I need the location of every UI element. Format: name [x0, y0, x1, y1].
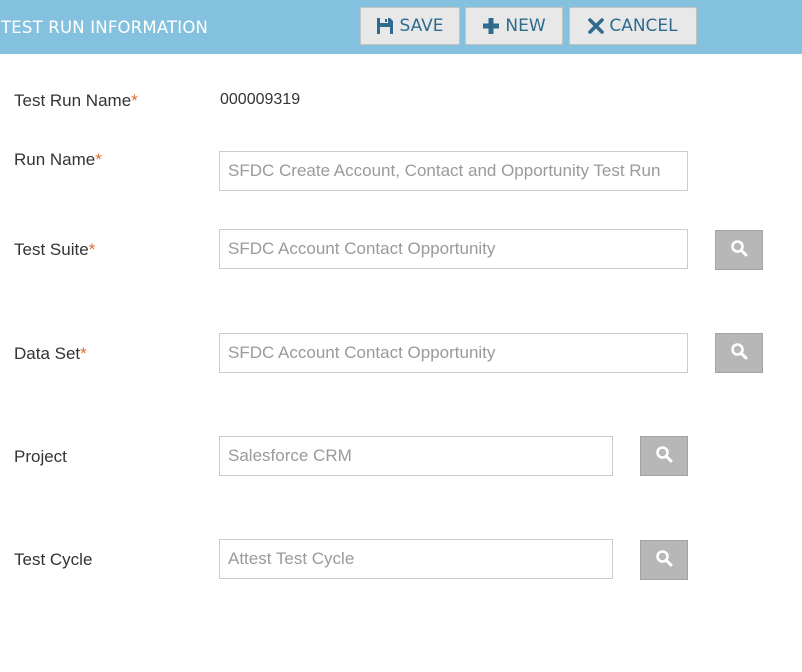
project-label: Project [14, 447, 67, 466]
data-set-input[interactable] [219, 333, 688, 373]
test-cycle-search-button[interactable] [640, 540, 688, 580]
search-icon [655, 445, 673, 468]
test-run-name-value: 000009319 [220, 91, 301, 108]
test-suite-label: Test Suite* [14, 240, 96, 259]
header-bar: TEST RUN INFORMATION SAVE NEW CANCEL [0, 0, 802, 54]
save-button-label: SAVE [399, 16, 444, 36]
test-cycle-label: Test Cycle [14, 550, 93, 569]
data-set-search-button[interactable] [715, 333, 763, 373]
required-marker: * [88, 240, 96, 259]
required-marker: * [131, 91, 138, 110]
run-name-label: Run Name* [14, 150, 102, 169]
cancel-button[interactable]: CANCEL [569, 7, 697, 45]
data-set-label: Data Set* [14, 344, 87, 363]
required-marker: * [95, 150, 102, 169]
test-suite-search-button[interactable] [715, 230, 763, 270]
save-icon [376, 17, 394, 35]
close-icon [588, 18, 605, 34]
new-button[interactable]: NEW [465, 7, 563, 45]
project-input[interactable] [219, 436, 613, 476]
cancel-button-label: CANCEL [609, 16, 678, 36]
new-button-label: NEW [505, 16, 546, 36]
search-icon [730, 239, 748, 262]
test-suite-input[interactable] [219, 229, 688, 269]
project-search-button[interactable] [640, 436, 688, 476]
plus-icon [482, 17, 500, 35]
search-icon [655, 549, 673, 572]
run-name-input[interactable] [219, 151, 688, 191]
test-run-name-label: Test Run Name* [14, 91, 138, 110]
save-button[interactable]: SAVE [360, 7, 460, 45]
page-title: TEST RUN INFORMATION [1, 18, 209, 37]
search-icon [730, 342, 748, 365]
test-cycle-input[interactable] [219, 539, 613, 579]
required-marker: * [80, 344, 87, 363]
